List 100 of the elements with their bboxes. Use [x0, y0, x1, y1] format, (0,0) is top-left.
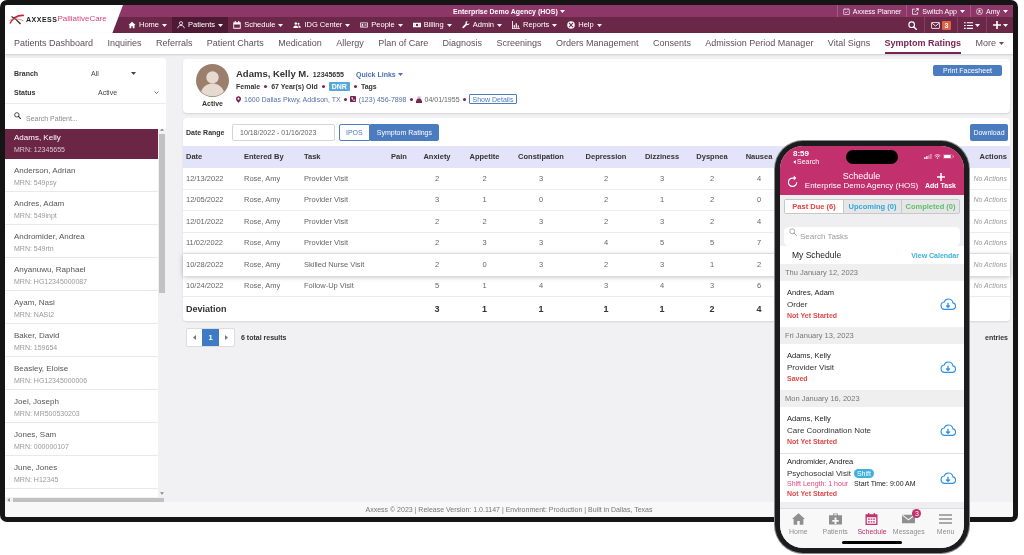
plus-icon[interactable]	[993, 21, 1001, 29]
user-circle-icon	[976, 7, 983, 15]
wrench-icon	[461, 21, 470, 29]
tab[interactable]: Symptom Ratings	[884, 33, 962, 54]
tab[interactable]: Admission Period Manager	[705, 33, 814, 54]
signal-icon	[924, 154, 932, 159]
medical-bag-icon	[828, 513, 842, 525]
avatar-placeholder	[196, 64, 229, 97]
table-cell-text: 1	[658, 304, 666, 314]
caret-icon	[162, 23, 167, 27]
cloud-download-icon[interactable]	[940, 361, 956, 373]
bar-chart-icon	[512, 21, 520, 29]
caret-icon	[497, 23, 502, 27]
tab[interactable]: Patients Dashboard	[14, 33, 94, 54]
vertical-scrollbar[interactable]	[158, 126, 166, 497]
external-link-icon	[912, 7, 920, 15]
patient-name: Ayam, Nasi	[14, 298, 56, 308]
scroll-up-arrow-icon[interactable]	[160, 128, 164, 131]
tab[interactable]: Allergy	[336, 33, 364, 54]
calendar-icon	[233, 21, 242, 29]
wifi-icon	[934, 154, 941, 159]
patient-name: Beasley, Eloise	[14, 364, 70, 374]
calendar-icon	[865, 513, 879, 525]
scroll-left-arrow-icon[interactable]	[7, 497, 10, 502]
tab[interactable]: Plan of Care	[378, 33, 429, 54]
agency-name: Enterprise Demo Agency (HOS)	[804, 181, 919, 191]
tab[interactable]: Consents	[652, 33, 691, 54]
envelope-icon	[902, 513, 916, 525]
caret-icon	[559, 9, 565, 13]
section-title: My Schedule	[792, 250, 842, 260]
caret-icon	[278, 23, 284, 27]
search-icon	[789, 227, 797, 236]
cloud-download-icon[interactable]	[940, 471, 956, 484]
tab[interactable]: More	[975, 33, 1004, 54]
banknote-icon	[412, 21, 421, 29]
camera-notch	[846, 150, 898, 164]
refresh-icon[interactable]	[788, 175, 798, 187]
list-icon[interactable]	[964, 21, 973, 29]
battery-icon	[943, 154, 954, 159]
caret-icon	[397, 73, 403, 76]
cloud-download-icon[interactable]	[940, 298, 956, 310]
calendar-check-icon	[842, 7, 850, 15]
tab[interactable]: Patient Charts	[206, 33, 264, 54]
tab[interactable]: Medication	[278, 33, 322, 54]
caret-left-icon	[793, 160, 796, 164]
mail-icon[interactable]	[931, 21, 940, 29]
patient-name: Joel, Joseph	[14, 397, 60, 407]
patient-name: June, Jones	[14, 463, 59, 473]
task-name: Provider Visit	[787, 362, 834, 373]
status-time: 8:59	[793, 149, 809, 158]
task-search-field[interactable]: Search Tasks	[784, 227, 960, 246]
tab[interactable]: Screenings	[496, 33, 542, 54]
deviation-label: Deviation	[185, 304, 228, 314]
caret-icon	[1003, 23, 1008, 27]
search-icon[interactable]	[908, 20, 917, 30]
caret-icon	[218, 23, 224, 27]
tab[interactable]: Orders Management	[555, 33, 639, 54]
scrollbar-thumb[interactable]	[159, 134, 165, 293]
cloud-download-icon[interactable]	[940, 424, 956, 436]
patient-name: Andromider, Andrea	[14, 232, 86, 242]
task-name: Order	[787, 299, 808, 310]
caret-icon	[446, 23, 452, 27]
table-cell-text: 1	[537, 304, 545, 314]
search-icon	[14, 111, 21, 119]
plus-icon	[936, 173, 945, 181]
logo-swirl-icon	[9, 13, 25, 25]
patient-name: Anyanuwu, Raphael	[14, 265, 87, 275]
home-icon	[791, 513, 805, 525]
table-cell-text: 4	[755, 304, 763, 314]
table-cell-text: 1	[602, 304, 610, 314]
caret-right-icon	[225, 335, 228, 340]
patient-name: Adams, Kelly	[14, 133, 62, 143]
screen-title: Schedule	[842, 171, 881, 181]
caret-icon	[552, 23, 558, 27]
scroll-down-arrow-icon[interactable]	[160, 492, 164, 495]
patient-name: Baker, David	[14, 331, 61, 341]
tab[interactable]: Vital Signs	[827, 33, 871, 54]
caret-icon	[596, 23, 602, 27]
caret-icon	[397, 23, 403, 27]
caret-left-icon	[193, 335, 196, 340]
caret-icon	[975, 23, 980, 27]
map-pin-icon	[236, 95, 241, 103]
table-cell-text: 1	[481, 304, 488, 314]
chevron-down-icon	[154, 90, 159, 94]
patient-name: Jones, Sam	[14, 430, 58, 440]
table-cell-text: 2	[708, 304, 716, 314]
home-indicator	[842, 541, 902, 544]
caret-icon	[131, 71, 136, 75]
logo-product: PalliativeCare	[57, 15, 107, 23]
user-icon	[177, 21, 185, 29]
tab[interactable]: Referrals	[155, 33, 193, 54]
patient-name: Andres, Adam	[14, 199, 66, 209]
tab[interactable]: Diagnosis	[442, 33, 483, 54]
patient-name: Adams, Kelly M.	[236, 68, 309, 78]
home-icon	[128, 21, 136, 29]
tab[interactable]: Inquiries	[107, 33, 142, 54]
id-card-icon	[360, 21, 369, 29]
patient-name: Anderson, Adrian	[14, 166, 77, 176]
task-name: Care Coordination Note	[787, 425, 872, 436]
phone-icon	[349, 96, 356, 102]
